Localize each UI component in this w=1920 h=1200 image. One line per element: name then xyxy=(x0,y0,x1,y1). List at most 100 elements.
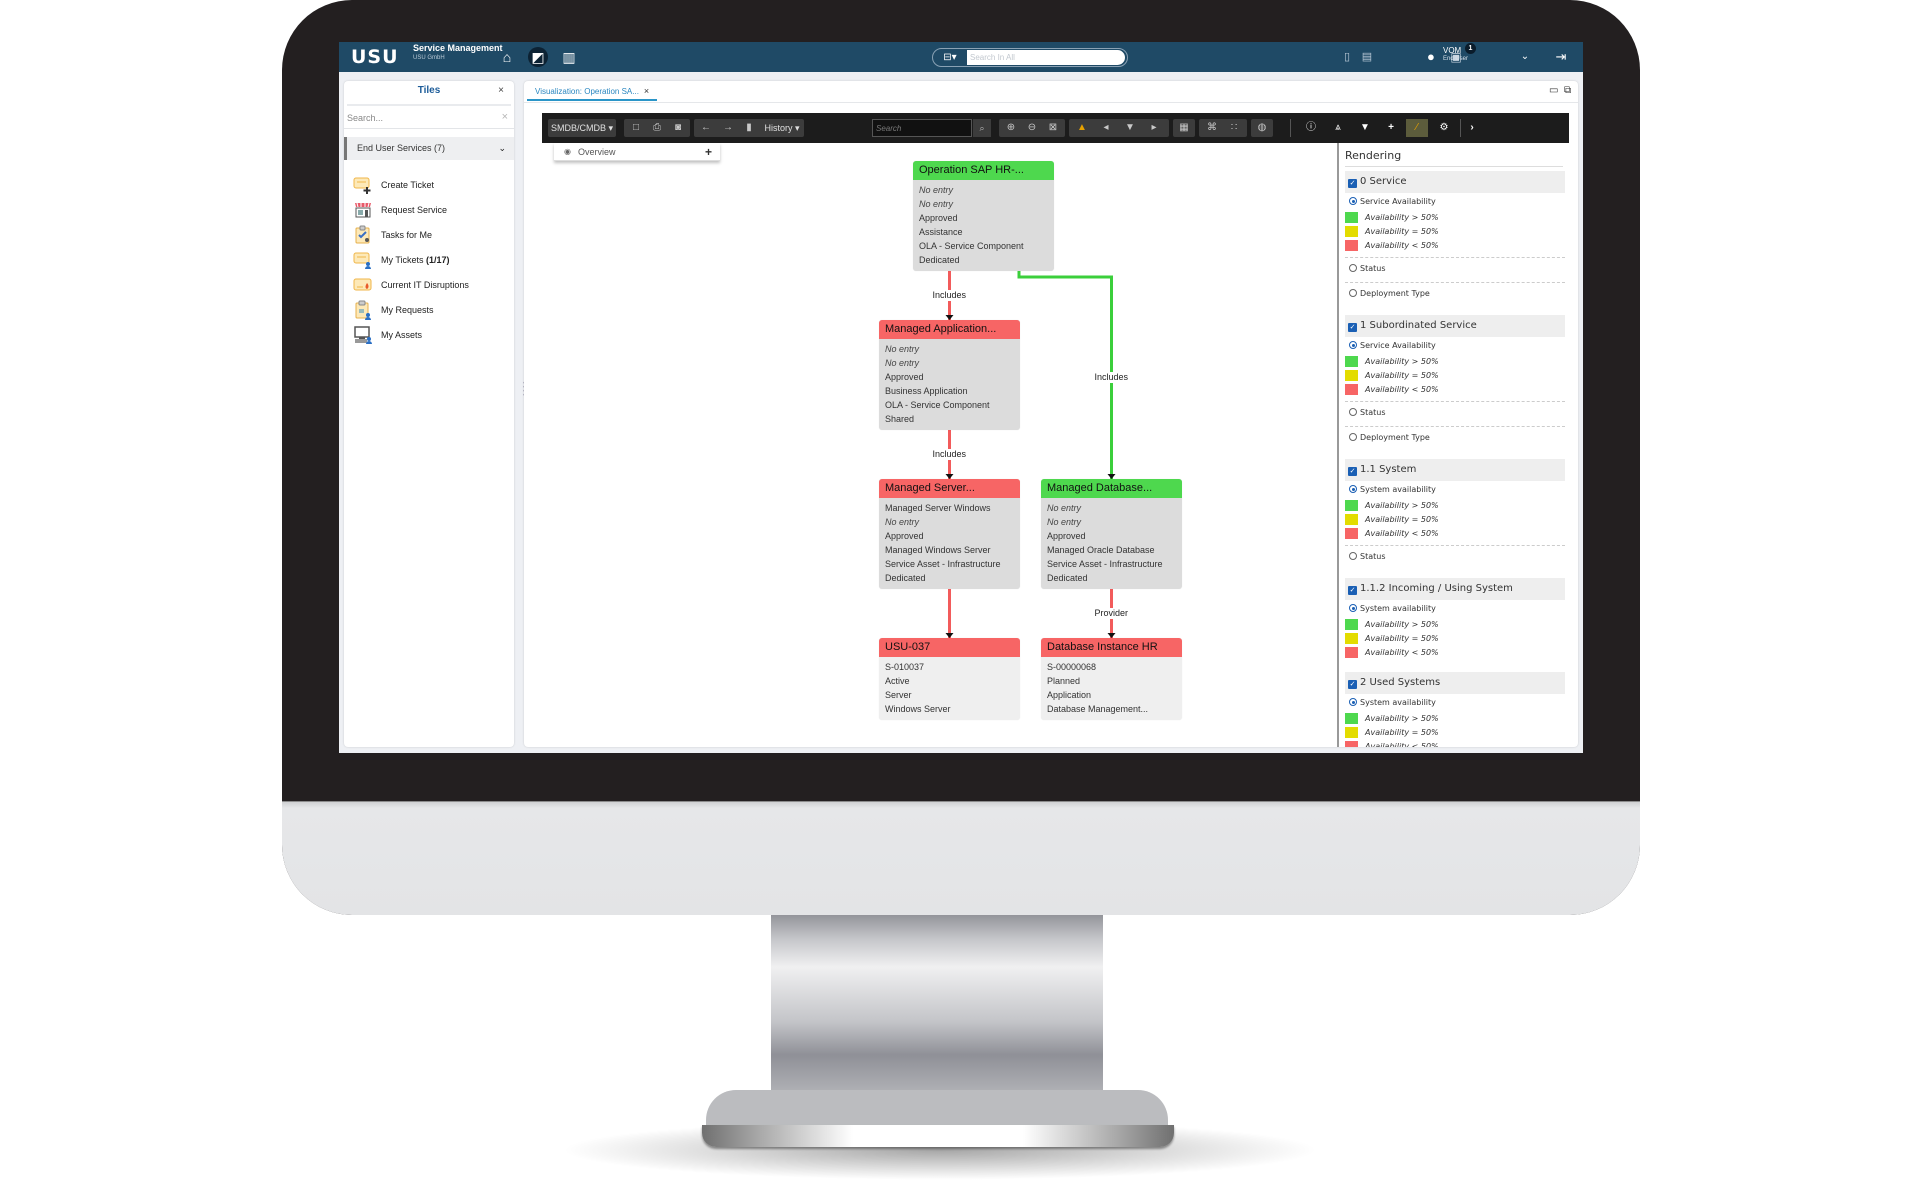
search-icon[interactable]: ⌕ xyxy=(973,119,991,137)
radio-button[interactable] xyxy=(1349,433,1357,441)
hierarchy-icon[interactable]: ⩓ xyxy=(1327,119,1349,137)
rendering-section-header[interactable]: ✓ 1.1.2 Incoming / Using System xyxy=(1345,578,1565,600)
rendering-section-header[interactable]: ✓ 0 Service xyxy=(1345,171,1565,193)
rendering-option[interactable]: Service Availability xyxy=(1345,337,1565,355)
radio-button[interactable] xyxy=(1349,552,1357,560)
logout-icon[interactable]: ⇥ xyxy=(1553,49,1569,65)
user-menu-chevron-icon[interactable]: ⌄ xyxy=(1519,49,1531,65)
rendering-section-header[interactable]: ✓ 2 Used Systems xyxy=(1345,672,1565,694)
collapse-icon[interactable]: ∷ xyxy=(1223,119,1245,137)
tile-create-ticket[interactable]: Create Ticket xyxy=(344,173,514,197)
rendering-option[interactable]: System availability xyxy=(1345,600,1565,618)
overview-panel[interactable]: ◉ Overview + xyxy=(554,143,720,161)
expand-icon[interactable]: ⌘ xyxy=(1201,119,1223,137)
globe-icon[interactable]: ◍ xyxy=(1251,119,1273,137)
list-icon[interactable]: ▤ xyxy=(1361,49,1373,65)
detach-window-icon[interactable]: ⧉ xyxy=(1564,85,1571,96)
layout-right-left-icon[interactable]: ◂ xyxy=(1095,119,1117,137)
eye-icon: ◉ xyxy=(564,147,571,156)
checkbox[interactable]: ✓ xyxy=(1348,467,1357,476)
chevron-down-icon[interactable]: ⌄ xyxy=(498,137,506,160)
visualization-icon[interactable]: ◩ xyxy=(528,47,548,67)
rendering-option[interactable]: Status xyxy=(1345,548,1565,566)
info-icon[interactable]: ⓘ xyxy=(1300,119,1322,137)
radio-button[interactable] xyxy=(1349,197,1357,205)
rendering-option[interactable]: Deployment Type xyxy=(1345,429,1565,447)
diagram-node[interactable]: Operation SAP HR-... No entry No entry Appr… xyxy=(913,161,1054,271)
radio-button[interactable] xyxy=(1349,289,1357,297)
node-attribute: Application xyxy=(1047,690,1092,700)
settings-icon[interactable]: ⚙ xyxy=(1433,119,1455,137)
checkbox[interactable]: ✓ xyxy=(1348,323,1357,332)
radio-button[interactable] xyxy=(1349,698,1357,706)
checkbox[interactable]: ✓ xyxy=(1348,179,1357,188)
rendering-section-header[interactable]: ✓ 1.1 System xyxy=(1345,459,1565,481)
map-icon[interactable]: ▦ xyxy=(1173,119,1195,137)
legend-label: Availability > 50% xyxy=(1365,714,1439,723)
camera-icon[interactable]: ◙ xyxy=(668,119,688,137)
checkbox[interactable]: ✓ xyxy=(1348,680,1357,689)
global-search-input[interactable] xyxy=(967,50,1125,65)
chevron-right-icon[interactable]: › xyxy=(1464,119,1480,137)
my-requests-icon xyxy=(355,300,371,320)
close-tab-icon[interactable]: × xyxy=(644,86,649,96)
rendering-option[interactable]: Deployment Type xyxy=(1345,285,1565,303)
tile-my-tickets[interactable]: My Tickets (1/17) xyxy=(344,248,514,272)
reports-icon[interactable]: ▥ xyxy=(559,47,579,67)
expand-overview-icon[interactable]: + xyxy=(705,143,712,161)
diagram-node[interactable]: USU-037 S-010037 Active Server Windows Serve… xyxy=(879,638,1020,720)
filter-icon[interactable]: ▼ xyxy=(1354,119,1376,137)
user-avatar-icon[interactable]: ● xyxy=(1427,48,1440,66)
home-icon[interactable]: ⌂ xyxy=(497,47,517,67)
search-scope-dropdown[interactable]: ⊟▾ xyxy=(935,50,965,65)
radio-button[interactable] xyxy=(1349,341,1357,349)
print-icon[interactable]: ⎙ xyxy=(647,119,667,137)
diagram-node[interactable]: Managed Database... No entry No entry Appro… xyxy=(1041,479,1182,589)
expand-group: ⌘ ∷ xyxy=(1199,119,1247,137)
radio-button[interactable] xyxy=(1349,264,1357,272)
tiles-search-input[interactable] xyxy=(344,109,484,127)
layout-left-right-icon[interactable]: ▸ xyxy=(1143,119,1165,137)
clear-search-icon[interactable]: × xyxy=(502,111,508,123)
rendering-section-header[interactable]: ✓ 1 Subordinated Service xyxy=(1345,315,1565,337)
layout-top-down-icon[interactable]: ▲ xyxy=(1071,119,1093,137)
tile-request-service[interactable]: Request Service xyxy=(344,198,514,222)
tile-tasks-for-me[interactable]: Tasks for Me xyxy=(344,223,514,247)
forward-arrow-icon[interactable]: → xyxy=(718,119,738,137)
datasource-dropdown[interactable]: SMDB/CMDB ▾ xyxy=(548,119,616,137)
tab-visualization[interactable]: Visualization: Operation SA... × xyxy=(527,84,658,101)
tile-current-it-disruptions[interactable]: Current IT Disruptions xyxy=(344,273,514,297)
diagram-node[interactable]: Managed Server... Managed Server Windows N… xyxy=(879,479,1020,589)
radio-button[interactable] xyxy=(1349,485,1357,493)
maximize-icon[interactable]: ▭ xyxy=(1549,85,1558,96)
zoom-out-icon[interactable]: ⊖ xyxy=(1022,119,1042,137)
trash-icon[interactable]: ▮ xyxy=(740,119,758,137)
history-dropdown[interactable]: History ▾ xyxy=(760,119,804,137)
tile-my-requests[interactable]: My Requests xyxy=(344,298,514,322)
diagram-node[interactable]: Database Instance HR S-00000068 Planned App… xyxy=(1041,638,1182,720)
diagram-node[interactable]: Managed Application... No entry No entry Ap… xyxy=(879,320,1020,430)
bookmark-icon[interactable]: ▯ xyxy=(1341,49,1353,65)
close-icon[interactable]: × xyxy=(498,85,504,96)
rendering-brush-icon[interactable]: ⁄ xyxy=(1406,119,1428,137)
zoom-in-icon[interactable]: ⊕ xyxy=(1001,119,1021,137)
user-menu[interactable]: VOM End User xyxy=(1443,46,1468,64)
radio-button[interactable] xyxy=(1349,408,1357,416)
tile-group-end-user-services[interactable]: End User Services (7) ⌄ xyxy=(344,137,514,160)
checkbox[interactable]: ✓ xyxy=(1348,586,1357,595)
add-icon[interactable]: + xyxy=(1380,119,1402,137)
back-arrow-icon[interactable]: ← xyxy=(696,119,716,137)
layout-bottom-up-icon[interactable]: ▼ xyxy=(1119,119,1141,137)
radio-button[interactable] xyxy=(1349,604,1357,612)
new-view-icon[interactable]: □ xyxy=(626,119,646,137)
rendering-option[interactable]: Status xyxy=(1345,260,1565,278)
rendering-section: ✓ 0 Service Service Availability Availabili… xyxy=(1345,171,1565,303)
tile-my-assets[interactable]: My Assets xyxy=(344,323,514,347)
rendering-option[interactable]: System availability xyxy=(1345,694,1565,712)
rendering-option[interactable]: Status xyxy=(1345,404,1565,422)
diagram-search-input[interactable] xyxy=(873,120,971,136)
fit-to-screen-icon[interactable]: ⊠ xyxy=(1043,119,1063,137)
rendering-option[interactable]: Service Availability xyxy=(1345,193,1565,211)
rendering-option[interactable]: System availability xyxy=(1345,481,1565,499)
usu-logo[interactable]: USU xyxy=(351,46,399,68)
